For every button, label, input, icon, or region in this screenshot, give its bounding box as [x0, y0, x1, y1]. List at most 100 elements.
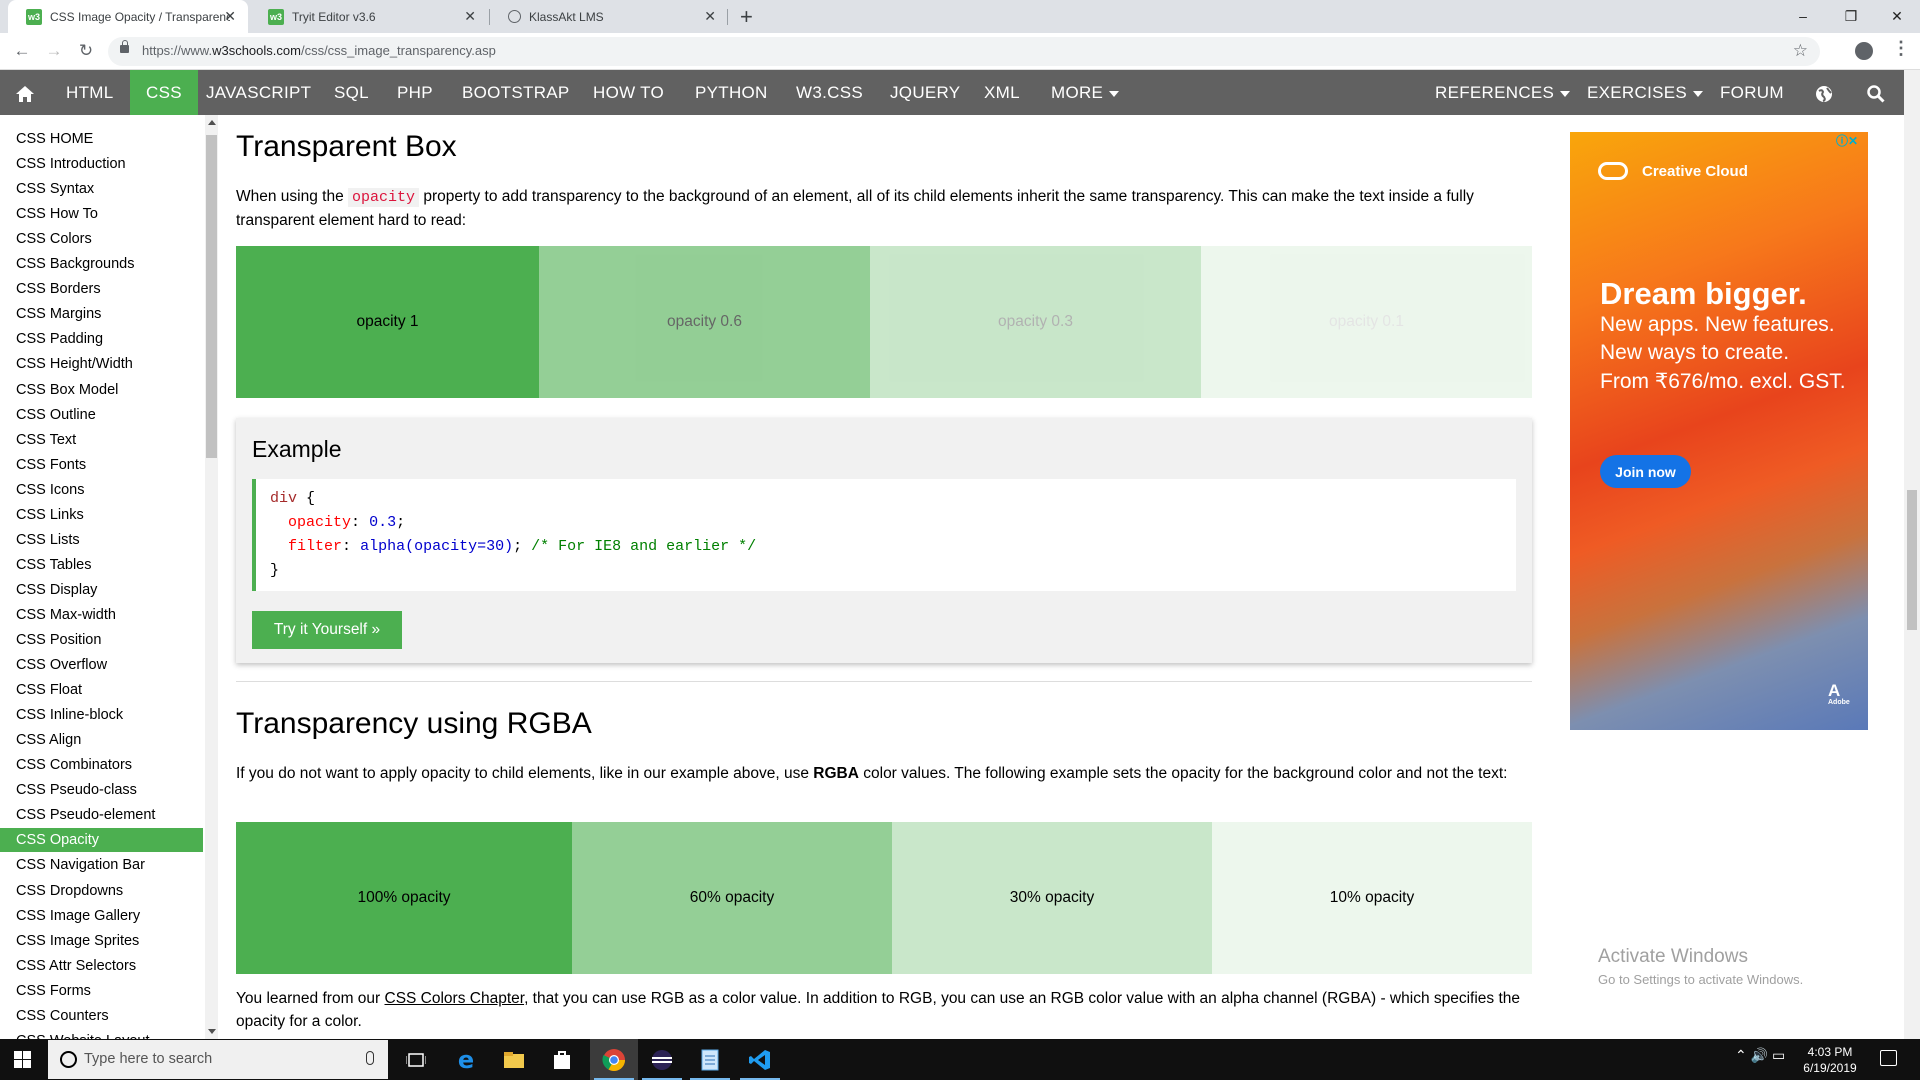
tab-active[interactable]: w3 CSS Image Opacity / Transparenc ✕	[8, 0, 248, 33]
advertisement[interactable]: Creative Cloud Dream bigger. New apps. N…	[1570, 132, 1868, 730]
sidebar-item[interactable]: CSS Margins	[0, 302, 203, 326]
sidebar-item[interactable]: CSS Text	[0, 428, 203, 452]
nav-forum[interactable]: FORUM	[1704, 70, 1800, 115]
windows-start-icon[interactable]	[14, 1051, 31, 1068]
taskbar-search[interactable]: Type here to search	[48, 1040, 388, 1079]
sidebar-item[interactable]: CSS Lists	[0, 528, 203, 552]
nav-how-to[interactable]: HOW TO	[577, 70, 680, 115]
system-tray-icons[interactable]: ⌃ 🔊 ▭	[1735, 1047, 1785, 1064]
tab-tryit[interactable]: w3 Tryit Editor v3.6 ✕	[250, 0, 488, 33]
sidebar-item[interactable]: CSS Dropdowns	[0, 879, 203, 903]
close-tab-icon[interactable]: ✕	[704, 8, 716, 25]
tab-klassakt[interactable]: KlassAkt LMS ✕	[490, 0, 728, 33]
sidebar-item[interactable]: CSS Fonts	[0, 453, 203, 477]
sidebar-item[interactable]: CSS Introduction	[0, 152, 203, 176]
sidebar-item[interactable]: CSS Pseudo-element	[0, 803, 203, 827]
sidebar-item[interactable]: CSS Padding	[0, 327, 203, 351]
sidebar-item[interactable]: CSS Display	[0, 578, 203, 602]
sidebar-item[interactable]: CSS Max-width	[0, 603, 203, 627]
sidebar-item[interactable]: CSS How To	[0, 202, 203, 226]
url-text[interactable]: https://www.w3schools.com/css/css_image_…	[142, 43, 496, 58]
edge-icon[interactable]: e	[442, 1039, 490, 1080]
ad-choices-close-icon[interactable]: ⓘ✕	[1836, 132, 1858, 149]
restore-button[interactable]: ❐	[1828, 2, 1874, 30]
sidebar-item[interactable]: CSS HOME	[0, 127, 203, 151]
sidebar-item[interactable]: CSS Counters	[0, 1004, 203, 1028]
sidebar-item[interactable]: CSS Image Sprites	[0, 929, 203, 953]
sidebar-item[interactable]: CSS Pseudo-class	[0, 778, 203, 802]
address-bar[interactable]: https://www.w3schools.com/css/css_image_…	[108, 37, 1820, 66]
nav-xml[interactable]: XML	[968, 70, 1036, 115]
sidebar-item[interactable]: CSS Outline	[0, 403, 203, 427]
sidebar-item[interactable]: CSS Tables	[0, 553, 203, 577]
join-now-button[interactable]: Join now	[1600, 455, 1691, 488]
tab-strip: w3 CSS Image Opacity / Transparenc ✕ w3 …	[0, 0, 1920, 33]
sidebar-item[interactable]: CSS Inline-block	[0, 703, 203, 727]
sidebar-item[interactable]: CSS Align	[0, 728, 203, 752]
sidebar-item[interactable]: CSS Website Layout	[0, 1029, 203, 1039]
taskbar-clock[interactable]: 4:03 PM 6/19/2019	[1800, 1044, 1860, 1076]
search-icon[interactable]	[1856, 70, 1896, 115]
sidebar-item[interactable]: CSS Borders	[0, 277, 203, 301]
nav-bootstrap[interactable]: BOOTSTRAP	[446, 70, 586, 115]
scrollbar-thumb[interactable]	[206, 135, 217, 458]
file-explorer-icon[interactable]	[490, 1039, 538, 1080]
scroll-up-icon[interactable]	[208, 120, 216, 125]
sidebar-item[interactable]: CSS Forms	[0, 979, 203, 1003]
sidebar-item[interactable]: CSS Attr Selectors	[0, 954, 203, 978]
nav-w3css[interactable]: W3.CSS	[780, 70, 879, 115]
close-tab-icon[interactable]: ✕	[224, 8, 236, 25]
sidebar-scrollbar[interactable]	[205, 115, 218, 1039]
nav-php[interactable]: PHP	[381, 70, 449, 115]
home-icon[interactable]	[0, 70, 50, 115]
sidebar-item[interactable]: CSS Float	[0, 678, 203, 702]
sidebar-item[interactable]: CSS Navigation Bar	[0, 853, 203, 877]
nav-css[interactable]: CSS	[130, 70, 198, 115]
scrollbar-thumb[interactable]	[1907, 490, 1917, 630]
nav-html[interactable]: HTML	[50, 70, 129, 115]
nav-sql[interactable]: SQL	[318, 70, 385, 115]
sidebar-item[interactable]: CSS Combinators	[0, 753, 203, 777]
nav-more[interactable]: MORE	[1035, 70, 1135, 115]
minimize-button[interactable]: –	[1780, 2, 1826, 30]
sidebar-item[interactable]: CSS Height/Width	[0, 352, 203, 376]
sidebar-item[interactable]: CSS Box Model	[0, 378, 203, 402]
profile-avatar-icon[interactable]	[1855, 42, 1873, 60]
sidebar-item[interactable]: CSS Overflow	[0, 653, 203, 677]
close-tab-icon[interactable]: ✕	[464, 8, 476, 25]
scroll-down-icon[interactable]	[208, 1029, 216, 1034]
task-view-icon[interactable]	[392, 1039, 440, 1080]
sidebar-item[interactable]: CSS Backgrounds	[0, 252, 203, 276]
sidebar-item[interactable]: CSS Icons	[0, 478, 203, 502]
forward-icon[interactable]: →	[42, 39, 66, 63]
sidebar-item[interactable]: CSS Colors	[0, 227, 203, 251]
try-it-yourself-button[interactable]: Try it Yourself »	[252, 611, 402, 649]
new-tab-button[interactable]: +	[740, 4, 753, 30]
close-window-button[interactable]: ✕	[1874, 2, 1920, 30]
adobe-label: Adobe	[1828, 699, 1850, 706]
menu-kebab-icon[interactable]: ⋮	[1892, 38, 1910, 59]
nav-python[interactable]: PYTHON	[679, 70, 784, 115]
notifications-icon[interactable]	[1880, 1050, 1897, 1066]
nav-exercises[interactable]: EXERCISES	[1571, 70, 1719, 115]
nav-references[interactable]: REFERENCES	[1419, 70, 1586, 115]
bookmark-star-icon[interactable]: ☆	[1793, 41, 1808, 61]
store-icon[interactable]	[538, 1039, 586, 1080]
vscode-icon[interactable]	[736, 1039, 784, 1080]
globe-icon[interactable]	[1804, 70, 1844, 115]
reload-icon[interactable]: ↻	[74, 39, 98, 63]
page-scrollbar[interactable]	[1904, 70, 1920, 1039]
sidebar-item[interactable]: CSS Image Gallery	[0, 904, 203, 928]
nav-jquery[interactable]: JQUERY	[874, 70, 976, 115]
sidebar-item[interactable]: CSS Syntax	[0, 177, 203, 201]
chrome-icon[interactable]	[590, 1039, 638, 1080]
microphone-icon[interactable]	[366, 1051, 374, 1065]
eclipse-icon[interactable]	[638, 1039, 686, 1080]
sidebar-item[interactable]: CSS Position	[0, 628, 203, 652]
nav-javascript[interactable]: JAVASCRIPT	[190, 70, 327, 115]
sidebar-item[interactable]: CSS Links	[0, 503, 203, 527]
sidebar-item[interactable]: CSS Opacity	[0, 828, 203, 853]
notepad-icon[interactable]	[686, 1039, 734, 1080]
css-colors-chapter-link[interactable]: CSS Colors Chapter	[385, 990, 525, 1007]
back-icon[interactable]: ←	[10, 39, 34, 63]
